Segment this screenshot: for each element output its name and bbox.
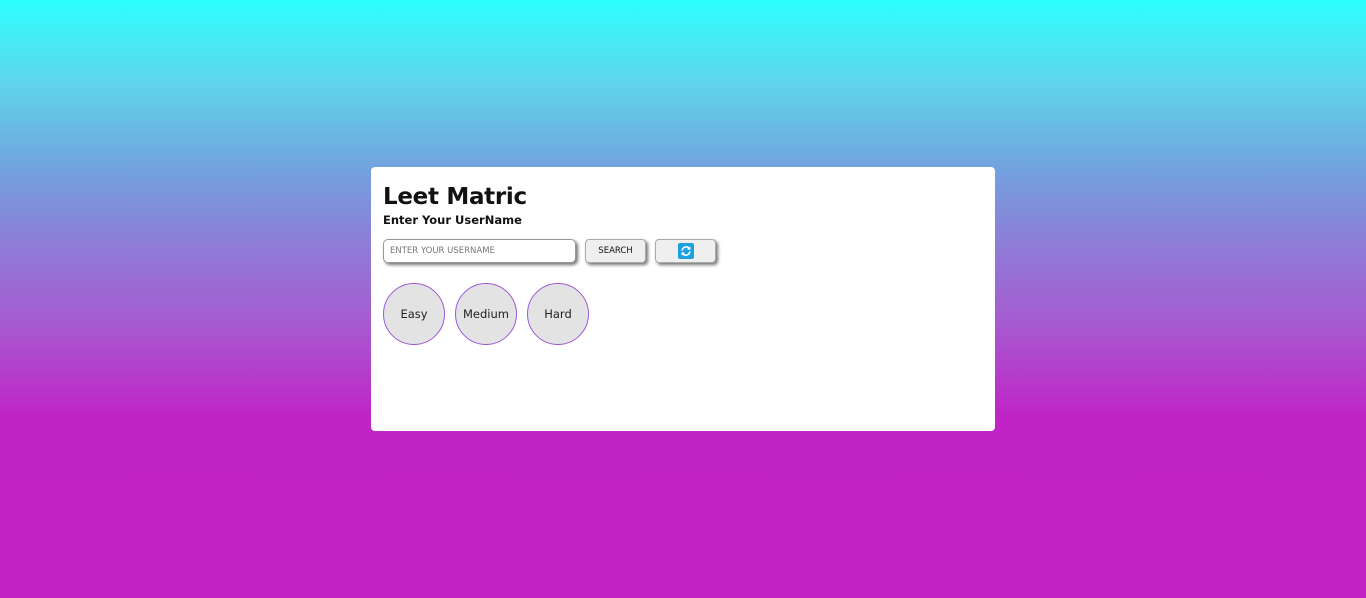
easy-label: Easy — [400, 307, 428, 321]
hard-label: Hard — [544, 307, 572, 321]
username-input[interactable] — [383, 239, 576, 263]
hard-progress-circle: Hard — [527, 283, 589, 345]
medium-label: Medium — [463, 307, 509, 321]
easy-progress-circle: Easy — [383, 283, 445, 345]
refresh-icon — [677, 243, 694, 259]
refresh-button[interactable] — [655, 239, 716, 263]
medium-progress-circle: Medium — [455, 283, 517, 345]
progress-circles: Easy Medium Hard — [383, 283, 599, 345]
search-button[interactable]: SEARCH — [585, 239, 646, 263]
search-controls: SEARCH — [383, 239, 716, 263]
username-label: Enter Your UserName — [383, 213, 522, 227]
main-card: Leet Matric Enter Your UserName SEARCH E… — [371, 167, 995, 431]
page-title: Leet Matric — [383, 184, 527, 210]
